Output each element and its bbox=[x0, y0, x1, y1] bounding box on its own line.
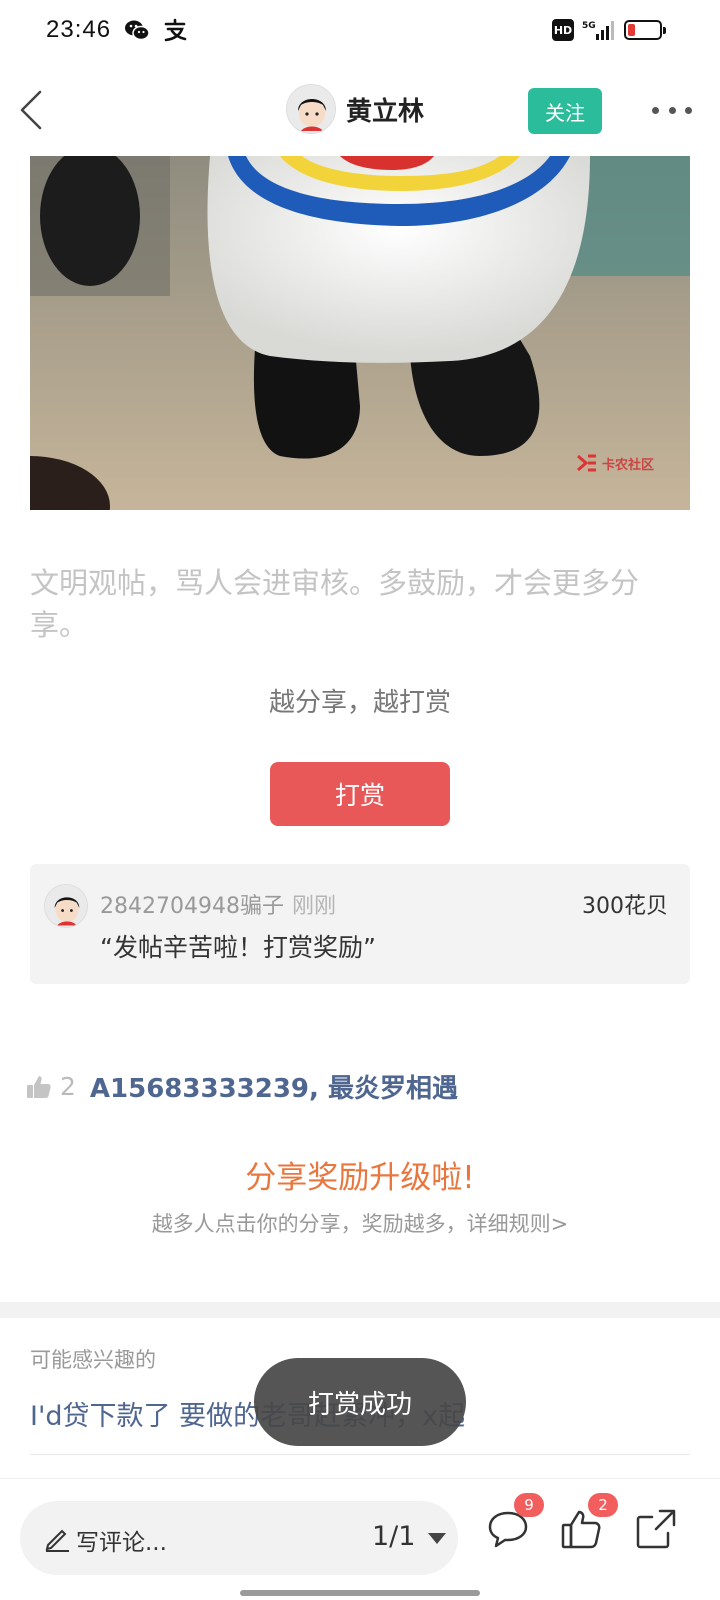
post-notice: 文明观帖，骂人会进审核。多鼓励，才会更多分享。 bbox=[30, 566, 640, 642]
more-dot bbox=[685, 106, 692, 114]
author-info[interactable]: 黄立林 bbox=[286, 84, 424, 134]
tipper-name[interactable]: 2842704948骗子 bbox=[100, 894, 284, 919]
reward-slogan: 越分享，越打赏 bbox=[268, 688, 451, 718]
svg-text:5G: 5G bbox=[582, 21, 596, 31]
more-options-button[interactable] bbox=[652, 98, 692, 122]
share-button[interactable] bbox=[634, 1507, 678, 1551]
likes-row: 2 A15683333239, 最炎罗相遇 bbox=[26, 1068, 458, 1105]
tip-amount: 300花贝 bbox=[582, 894, 668, 919]
like-button[interactable]: 2 bbox=[560, 1493, 618, 1551]
follow-button[interactable]: 关注 bbox=[528, 88, 602, 134]
battery-level bbox=[628, 24, 635, 36]
watermark: 卡农社区 bbox=[576, 452, 654, 474]
tipper-info: 2842704948骗子 刚刚 bbox=[100, 888, 336, 920]
status-right-icons: HD 5G bbox=[552, 18, 666, 42]
kanong-logo-icon bbox=[576, 454, 596, 472]
bottom-action-bar: 写评论... 1/1 9 2 bbox=[0, 1478, 720, 1600]
pen-icon bbox=[45, 1529, 69, 1552]
tip-message: “发帖辛苦啦！打赏奖励” bbox=[100, 933, 376, 962]
liker-names[interactable]: A15683333239, 最炎罗相遇 bbox=[90, 1068, 458, 1105]
back-button[interactable] bbox=[14, 86, 58, 134]
section-divider bbox=[0, 1302, 720, 1318]
like-count: 2 bbox=[60, 1072, 76, 1101]
thumbs-up-icon bbox=[27, 1075, 51, 1098]
post-image[interactable]: 卡农社区 bbox=[30, 156, 690, 510]
page-indicator[interactable]: 1/1 bbox=[372, 1521, 415, 1552]
hd-icon: HD bbox=[552, 19, 574, 41]
alipay-icon bbox=[164, 18, 187, 42]
share-icon bbox=[636, 1509, 676, 1549]
comment-placeholder: 写评论... bbox=[76, 1530, 167, 1556]
status-time: 23:46 bbox=[46, 16, 112, 43]
author-avatar[interactable] bbox=[286, 84, 336, 134]
author-name[interactable]: 黄立林 bbox=[346, 91, 424, 128]
share-reward-description[interactable]: 越多人点击你的分享，奖励越多，详细规则> bbox=[0, 1208, 720, 1238]
reward-button[interactable]: 打赏 bbox=[270, 762, 450, 826]
like-count-badge: 2 bbox=[588, 1493, 618, 1517]
tip-record-card: 2842704948骗子 刚刚 300花贝 “发帖辛苦啦！打赏奖励” bbox=[30, 864, 690, 984]
wechat-icon bbox=[125, 20, 150, 41]
comments-button[interactable]: 9 bbox=[486, 1493, 544, 1551]
more-dots-icon bbox=[652, 106, 659, 114]
comment-count-badge: 9 bbox=[514, 1493, 544, 1517]
share-reward-title[interactable]: 分享奖励升级啦! bbox=[0, 1152, 720, 1197]
related-section-label: 可能感兴趣的 bbox=[30, 1348, 156, 1372]
chevron-left-icon bbox=[20, 90, 42, 130]
comment-input[interactable]: 写评论... 1/1 bbox=[20, 1501, 458, 1575]
post-header: 黄立林 关注 bbox=[0, 64, 720, 156]
5g-signal-icon: 5G bbox=[582, 21, 614, 40]
more-dot bbox=[668, 106, 676, 114]
status-bar: 23:46 HD 5G bbox=[0, 0, 720, 64]
caret-down-icon[interactable] bbox=[428, 1533, 446, 1544]
tip-time: 刚刚 bbox=[291, 894, 336, 919]
toast-message: 打赏成功 bbox=[254, 1358, 466, 1446]
status-left-icons bbox=[124, 18, 188, 42]
home-indicator[interactable] bbox=[240, 1590, 480, 1596]
tipper-avatar[interactable] bbox=[44, 884, 88, 928]
watermark-text: 卡农社区 bbox=[601, 457, 654, 473]
related-divider bbox=[30, 1454, 690, 1455]
battery-low-icon bbox=[624, 20, 666, 40]
